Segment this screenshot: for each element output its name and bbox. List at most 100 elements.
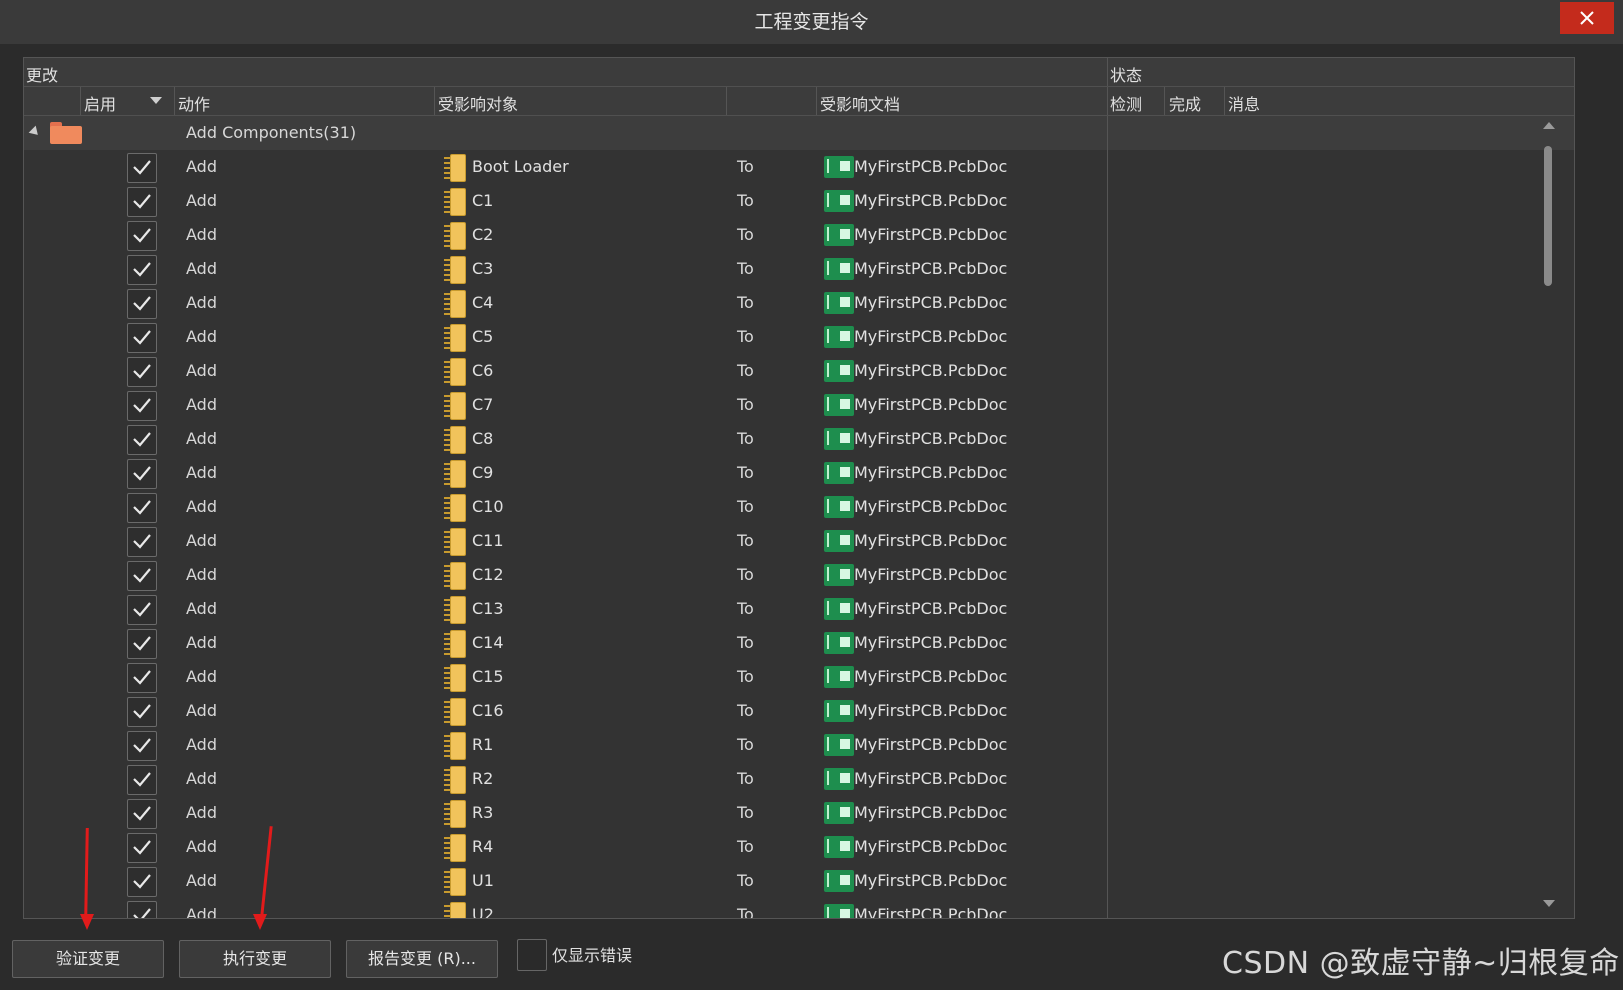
table-row[interactable]: Add C16 To MyFirstPCB.PcbDoc bbox=[24, 694, 1574, 728]
table-row[interactable]: Add C12 To MyFirstPCB.PcbDoc bbox=[24, 558, 1574, 592]
table-row[interactable]: Add C4 To MyFirstPCB.PcbDoc bbox=[24, 286, 1574, 320]
enable-checkbox[interactable] bbox=[127, 901, 157, 918]
enable-checkbox[interactable] bbox=[127, 255, 157, 285]
table-row[interactable]: Add C15 To MyFirstPCB.PcbDoc bbox=[24, 660, 1574, 694]
enable-checkbox[interactable] bbox=[127, 323, 157, 353]
affected-document-cell: MyFirstPCB.PcbDoc bbox=[854, 293, 1008, 312]
column-divider bbox=[1107, 388, 1108, 422]
checkmark-icon bbox=[133, 874, 151, 889]
enable-checkbox[interactable] bbox=[127, 697, 157, 727]
header-enable[interactable]: 启用 bbox=[84, 91, 116, 115]
header-affected-document[interactable]: 受影响文档 bbox=[820, 91, 900, 115]
checkmark-icon bbox=[133, 296, 151, 311]
column-divider bbox=[816, 87, 817, 115]
enable-checkbox[interactable] bbox=[127, 595, 157, 625]
table-row[interactable]: Add C3 To MyFirstPCB.PcbDoc bbox=[24, 252, 1574, 286]
enable-checkbox[interactable] bbox=[127, 663, 157, 693]
table-row[interactable]: Add C6 To MyFirstPCB.PcbDoc bbox=[24, 354, 1574, 388]
table-row[interactable]: Add C9 To MyFirstPCB.PcbDoc bbox=[24, 456, 1574, 490]
execute-changes-button[interactable]: 执行变更 bbox=[179, 940, 331, 978]
affected-object-cell: C7 bbox=[472, 395, 494, 414]
header-message[interactable]: 消息 bbox=[1228, 91, 1260, 115]
group-row[interactable]: Add Components(31) bbox=[24, 116, 1574, 150]
table-row[interactable]: Add C7 To MyFirstPCB.PcbDoc bbox=[24, 388, 1574, 422]
component-icon bbox=[444, 732, 468, 760]
column-divider bbox=[1107, 898, 1108, 918]
pcb-document-icon bbox=[824, 292, 854, 314]
header-check[interactable]: 检测 bbox=[1110, 91, 1142, 115]
affected-document-cell: MyFirstPCB.PcbDoc bbox=[854, 599, 1008, 618]
table-row[interactable]: Add U1 To MyFirstPCB.PcbDoc bbox=[24, 864, 1574, 898]
component-icon bbox=[444, 902, 468, 918]
enable-checkbox[interactable] bbox=[127, 289, 157, 319]
enable-checkbox[interactable] bbox=[127, 459, 157, 489]
pcb-document-icon bbox=[824, 802, 854, 824]
pcb-document-icon bbox=[824, 904, 854, 918]
scroll-up-icon[interactable] bbox=[1543, 122, 1555, 129]
table-row[interactable]: Add C5 To MyFirstPCB.PcbDoc bbox=[24, 320, 1574, 354]
to-cell: To bbox=[737, 735, 754, 754]
window-title: 工程变更指令 bbox=[754, 11, 869, 33]
header-affected-object[interactable]: 受影响对象 bbox=[438, 91, 518, 115]
scroll-thumb[interactable] bbox=[1544, 146, 1552, 286]
table-row[interactable]: Add C11 To MyFirstPCB.PcbDoc bbox=[24, 524, 1574, 558]
group-label: Add Components(31) bbox=[186, 123, 357, 142]
enable-checkbox[interactable] bbox=[127, 425, 157, 455]
enable-checkbox[interactable] bbox=[127, 867, 157, 897]
close-button[interactable] bbox=[1560, 2, 1614, 34]
enable-checkbox[interactable] bbox=[127, 493, 157, 523]
group-header-row: 更改 状态 bbox=[24, 58, 1574, 87]
enable-checkbox[interactable] bbox=[127, 629, 157, 659]
action-cell: Add bbox=[186, 667, 217, 686]
column-divider bbox=[1107, 456, 1108, 490]
table-row[interactable]: Add C14 To MyFirstPCB.PcbDoc bbox=[24, 626, 1574, 660]
table-row[interactable]: Add R2 To MyFirstPCB.PcbDoc bbox=[24, 762, 1574, 796]
to-cell: To bbox=[737, 327, 754, 346]
to-cell: To bbox=[737, 633, 754, 652]
table-row[interactable]: Add C8 To MyFirstPCB.PcbDoc bbox=[24, 422, 1574, 456]
table-row[interactable]: Add R1 To MyFirstPCB.PcbDoc bbox=[24, 728, 1574, 762]
validate-changes-button[interactable]: 验证变更 bbox=[12, 940, 164, 978]
affected-object-cell: C12 bbox=[472, 565, 504, 584]
sort-down-icon[interactable] bbox=[150, 97, 162, 104]
enable-checkbox[interactable] bbox=[127, 153, 157, 183]
enable-checkbox[interactable] bbox=[127, 833, 157, 863]
checkmark-icon bbox=[133, 840, 151, 855]
checkmark-icon bbox=[133, 738, 151, 753]
component-icon bbox=[444, 528, 468, 556]
enable-checkbox[interactable] bbox=[127, 799, 157, 829]
enable-checkbox[interactable] bbox=[127, 357, 157, 387]
table-row[interactable]: Add C2 To MyFirstPCB.PcbDoc bbox=[24, 218, 1574, 252]
scroll-down-icon[interactable] bbox=[1543, 900, 1555, 907]
table-row[interactable]: Add R4 To MyFirstPCB.PcbDoc bbox=[24, 830, 1574, 864]
enable-checkbox[interactable] bbox=[127, 765, 157, 795]
collapse-triangle-icon[interactable] bbox=[28, 125, 42, 139]
enable-checkbox[interactable] bbox=[127, 187, 157, 217]
table-row[interactable]: Add Boot Loader To MyFirstPCB.PcbDoc bbox=[24, 150, 1574, 184]
affected-object-cell: C8 bbox=[472, 429, 494, 448]
only-show-errors-checkbox[interactable] bbox=[517, 939, 547, 971]
enable-checkbox[interactable] bbox=[127, 527, 157, 557]
enable-checkbox[interactable] bbox=[127, 561, 157, 591]
enable-checkbox[interactable] bbox=[127, 391, 157, 421]
enable-checkbox[interactable] bbox=[127, 731, 157, 761]
pcb-document-icon bbox=[824, 258, 854, 280]
action-cell: Add bbox=[186, 225, 217, 244]
column-divider bbox=[1107, 184, 1108, 218]
action-cell: Add bbox=[186, 361, 217, 380]
enable-checkbox[interactable] bbox=[127, 221, 157, 251]
vertical-scrollbar[interactable] bbox=[1541, 116, 1555, 918]
pcb-document-icon bbox=[824, 700, 854, 722]
table-row[interactable]: Add R3 To MyFirstPCB.PcbDoc bbox=[24, 796, 1574, 830]
header-done[interactable]: 完成 bbox=[1169, 91, 1201, 115]
footer-bar: 验证变更 执行变更 报告变更 (R)... 仅显示错误 CSDN @致虚守静~归… bbox=[0, 930, 1623, 990]
pcb-document-icon bbox=[824, 394, 854, 416]
table-row[interactable]: Add C1 To MyFirstPCB.PcbDoc bbox=[24, 184, 1574, 218]
column-divider bbox=[1107, 660, 1108, 694]
table-row[interactable]: Add C10 To MyFirstPCB.PcbDoc bbox=[24, 490, 1574, 524]
header-action[interactable]: 动作 bbox=[178, 91, 210, 115]
column-divider bbox=[1224, 87, 1225, 115]
checkmark-icon bbox=[133, 908, 151, 918]
report-changes-button[interactable]: 报告变更 (R)... bbox=[346, 940, 498, 978]
table-row[interactable]: Add C13 To MyFirstPCB.PcbDoc bbox=[24, 592, 1574, 626]
